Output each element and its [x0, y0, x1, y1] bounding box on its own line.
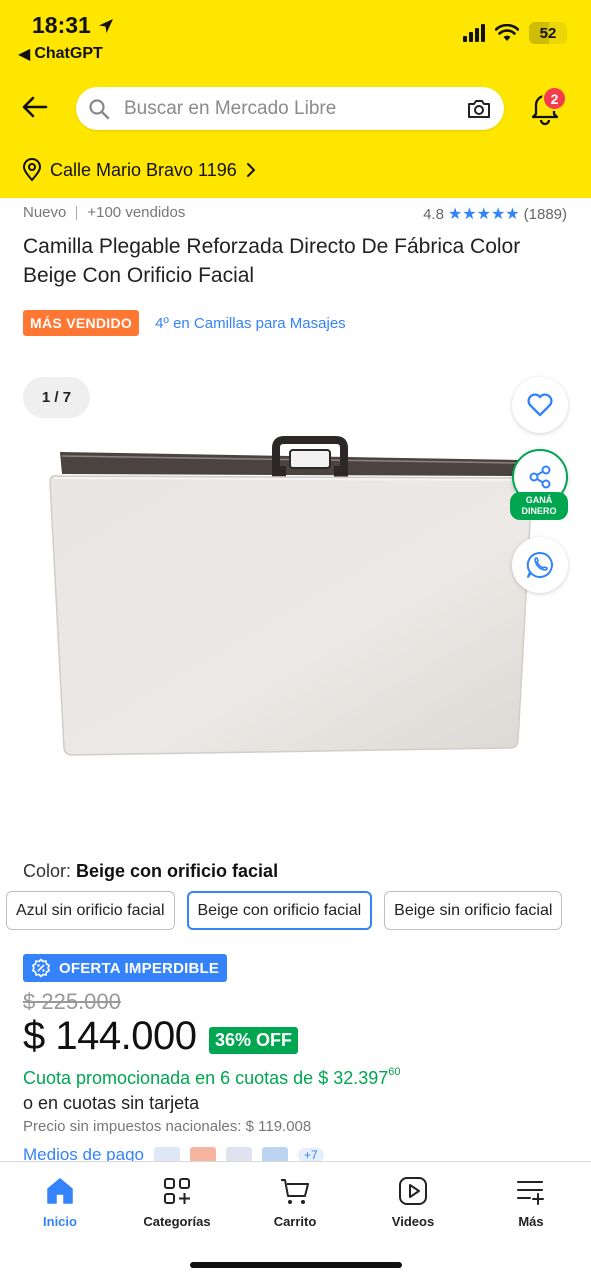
- discount-seal-icon: [31, 958, 51, 978]
- whatsapp-share-button[interactable]: [512, 537, 568, 593]
- current-price: $ 144.000: [23, 1014, 197, 1058]
- nav-categories[interactable]: Categorías: [122, 1174, 232, 1229]
- variant-list: Azul sin orificio facial Beige con orifi…: [6, 891, 563, 930]
- selected-color: Beige con orificio facial: [76, 861, 279, 881]
- original-price: $ 225.000: [23, 989, 121, 1014]
- more-methods: +7: [297, 1148, 324, 1162]
- notification-badge: 2: [542, 86, 567, 111]
- sold-count: +100 vendidos: [87, 204, 186, 221]
- product-subtitle: Nuevo +100 vendidos: [23, 204, 185, 221]
- image-counter: 1 / 7: [23, 377, 90, 418]
- variant-option[interactable]: Azul sin orificio facial: [6, 891, 175, 930]
- signal-icon: [463, 24, 485, 42]
- heart-icon: [527, 393, 553, 417]
- home-icon: [47, 1178, 73, 1204]
- search-icon: [89, 98, 110, 119]
- battery-icon: 52: [529, 22, 567, 44]
- categories-icon: [164, 1178, 190, 1204]
- no-card-installments: o en cuotas sin tarjeta: [23, 1093, 200, 1113]
- location-pin-icon: [22, 158, 42, 182]
- back-app-label: ChatGPT: [34, 45, 103, 62]
- video-play-icon: [399, 1177, 427, 1205]
- nav-videos[interactable]: Videos: [358, 1174, 468, 1229]
- chevron-right-icon: [246, 163, 256, 177]
- back-arrow-icon[interactable]: [18, 90, 52, 124]
- condition: Nuevo: [23, 204, 67, 221]
- product-image[interactable]: [40, 430, 540, 775]
- nav-more[interactable]: Más: [476, 1174, 586, 1229]
- status-icons: 52: [463, 22, 567, 44]
- back-to-app[interactable]: ◀ ChatGPT: [18, 44, 103, 64]
- status-time: 18:31: [32, 12, 115, 39]
- camera-icon[interactable]: [466, 98, 492, 120]
- favorite-button[interactable]: [512, 377, 568, 433]
- address-selector[interactable]: Calle Mario Bravo 1196: [22, 158, 257, 182]
- offer-badge: OFERTA IMPERDIBLE: [23, 954, 228, 982]
- rating-value: 4.8: [423, 205, 444, 223]
- best-seller-badge: MÁS VENDIDO: [23, 310, 140, 336]
- star-rating-icon: ★★★★★: [447, 206, 520, 223]
- category-ranking-link[interactable]: 4º en Camillas para Masajes: [155, 315, 346, 332]
- offer-text: OFERTA IMPERDIBLE: [59, 959, 220, 977]
- installments-info: Cuota promocionada en 6 cuotas de $ 32.3…: [23, 1066, 401, 1088]
- reviews-count: (1889): [523, 205, 567, 223]
- discount-badge: 36% OFF: [209, 1027, 299, 1054]
- whatsapp-icon: [526, 551, 553, 578]
- clock: 18:31: [32, 12, 91, 38]
- search-bar[interactable]: Buscar en Mercado Libre: [76, 87, 504, 130]
- nav-cart[interactable]: Carrito: [240, 1174, 350, 1229]
- rating-summary[interactable]: 4.8 ★★★★★ (1889): [423, 204, 567, 224]
- highlights: MÁS VENDIDO 4º en Camillas para Masajes: [23, 310, 346, 336]
- cart-icon: [281, 1179, 309, 1204]
- divider: [76, 205, 78, 220]
- address-text: Calle Mario Bravo 1196: [50, 159, 237, 180]
- location-arrow-icon: [98, 18, 113, 33]
- variant-option-selected[interactable]: Beige con orificio facial: [186, 891, 373, 930]
- wifi-icon: [495, 24, 519, 41]
- back-triangle-icon: ◀: [18, 46, 31, 63]
- product-title: Camilla Plegable Reforzada Directo De Fá…: [23, 235, 521, 287]
- nav-home[interactable]: Inicio: [5, 1174, 115, 1229]
- search-input[interactable]: Buscar en Mercado Libre: [124, 98, 466, 120]
- home-indicator: [190, 1262, 402, 1268]
- menu-plus-icon: [517, 1181, 544, 1205]
- price-without-taxes: Precio sin impuestos nacionales: $ 119.0…: [23, 1118, 312, 1135]
- variant-option[interactable]: Beige sin orificio facial: [384, 891, 563, 930]
- share-icon: [529, 465, 551, 489]
- color-selector-label: Color: Beige con orificio facial: [23, 861, 279, 881]
- earn-money-label: GANÁ DINERO: [510, 492, 568, 520]
